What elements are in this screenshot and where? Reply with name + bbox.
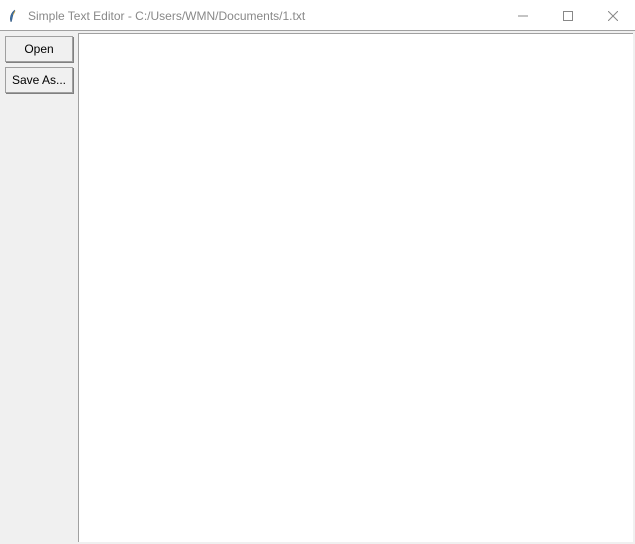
app-icon xyxy=(6,8,22,24)
sidebar: Open Save As... xyxy=(0,31,78,544)
editor-container xyxy=(78,31,635,544)
open-button[interactable]: Open xyxy=(5,36,73,62)
app-body: Open Save As... xyxy=(0,31,635,544)
close-button[interactable] xyxy=(590,1,635,30)
window-controls xyxy=(500,1,635,30)
titlebar: Simple Text Editor - C:/Users/WMN/Docume… xyxy=(0,1,635,31)
window-title: Simple Text Editor - C:/Users/WMN/Docume… xyxy=(28,9,500,23)
save-as-button[interactable]: Save As... xyxy=(5,67,73,93)
text-editor[interactable] xyxy=(78,33,633,542)
app-window: Simple Text Editor - C:/Users/WMN/Docume… xyxy=(0,0,635,544)
maximize-button[interactable] xyxy=(545,1,590,30)
minimize-button[interactable] xyxy=(500,1,545,30)
